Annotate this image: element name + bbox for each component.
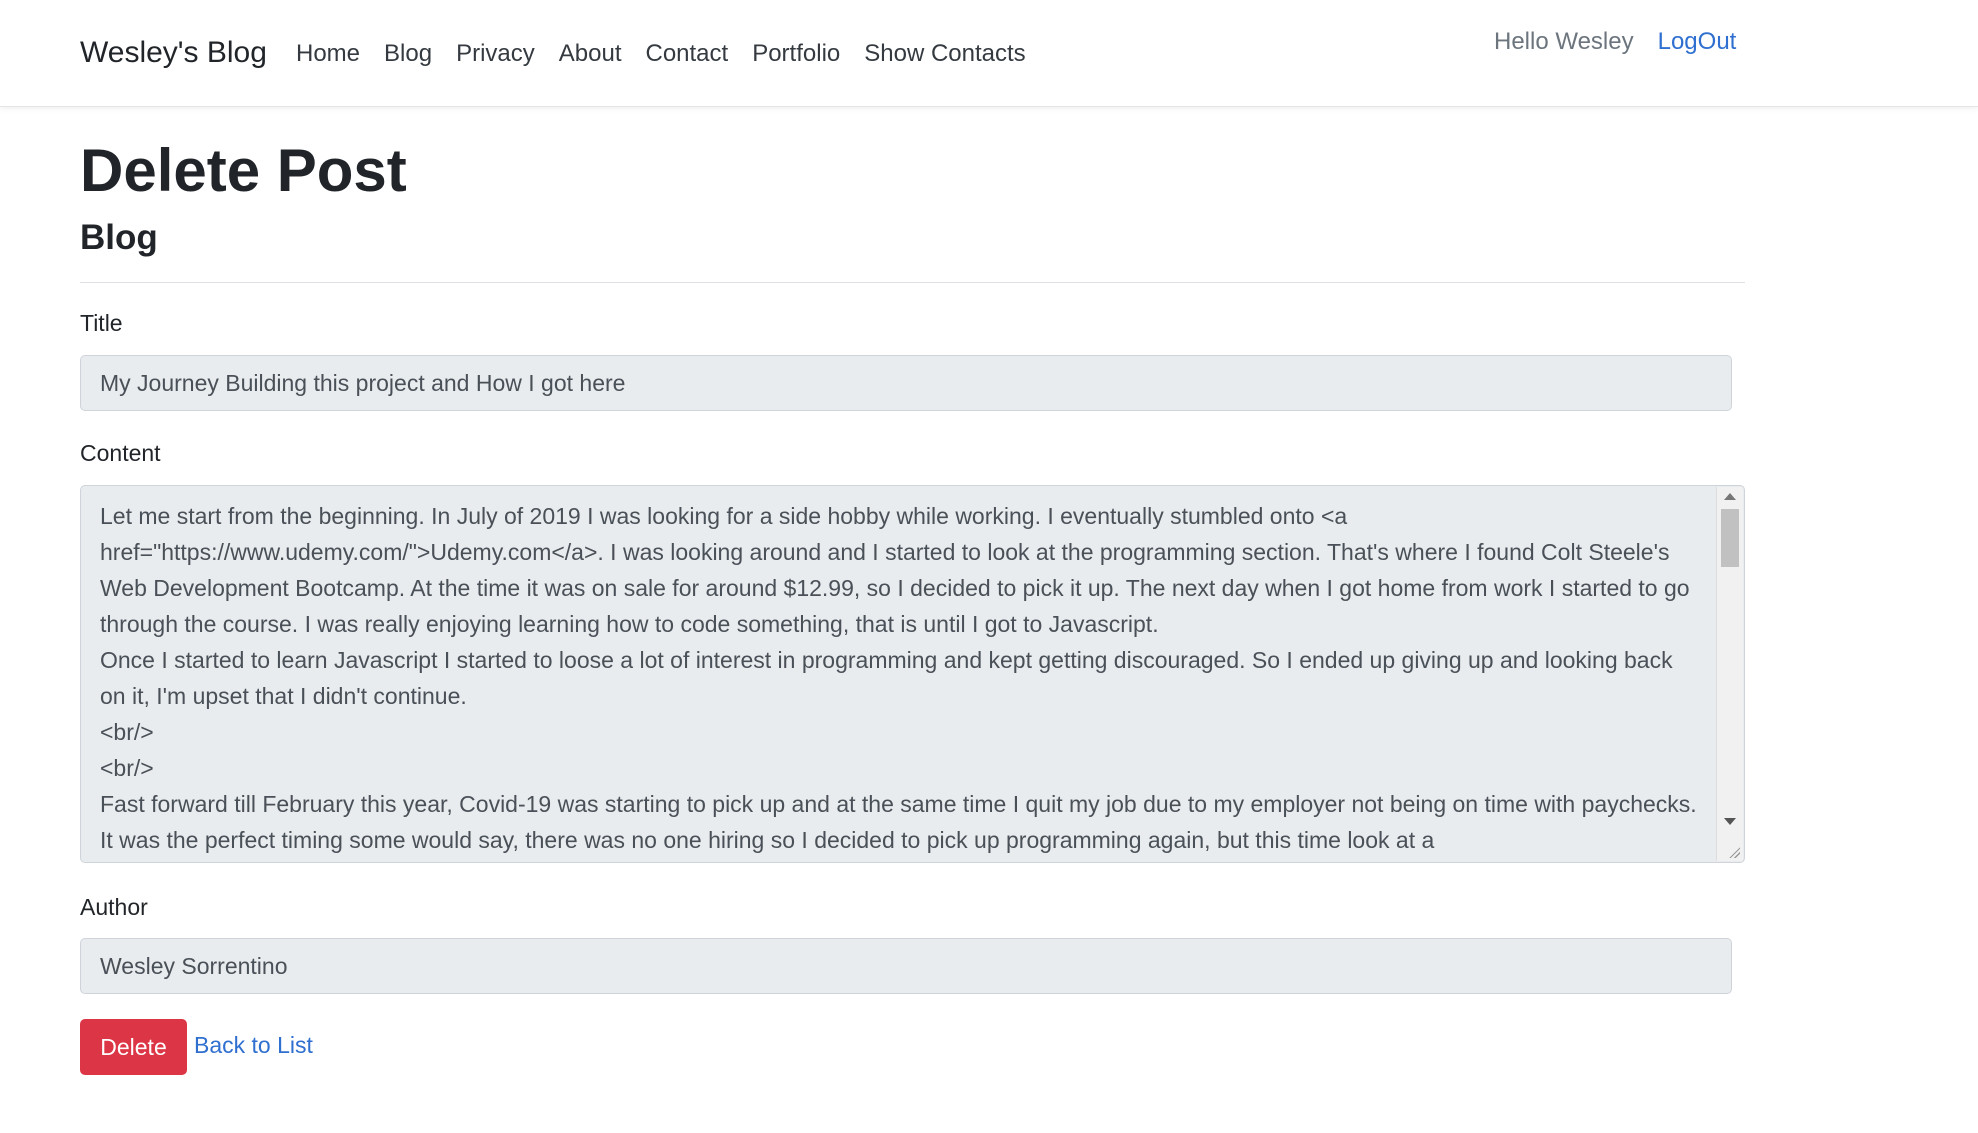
scroll-down-icon[interactable] xyxy=(1724,818,1736,825)
page-title: Delete Post xyxy=(80,137,407,204)
nav-portfolio[interactable]: Portfolio xyxy=(752,40,840,68)
content-text: Let me start from the beginning. In July… xyxy=(100,503,1697,853)
nav-about[interactable]: About xyxy=(559,40,622,68)
nav-show-contacts[interactable]: Show Contacts xyxy=(864,40,1025,68)
scroll-thumb[interactable] xyxy=(1721,509,1739,567)
content-scrollbar[interactable] xyxy=(1716,487,1743,861)
title-label: Title xyxy=(80,310,123,336)
title-field[interactable]: My Journey Building this project and How… xyxy=(80,355,1732,411)
divider xyxy=(80,282,1745,283)
navbar: Wesley's Blog Home Blog Privacy About Co… xyxy=(0,0,1978,107)
logout-link[interactable]: LogOut xyxy=(1658,28,1737,56)
nav-links: Home Blog Privacy About Contact Portfoli… xyxy=(296,40,1050,68)
nav-blog[interactable]: Blog xyxy=(384,40,432,68)
user-area: Hello Wesley LogOut xyxy=(1494,28,1736,56)
brand-link[interactable]: Wesley's Blog xyxy=(80,36,267,70)
nav-home[interactable]: Home xyxy=(296,40,360,68)
resize-handle-icon[interactable] xyxy=(1728,846,1740,858)
back-to-list-link[interactable]: Back to List xyxy=(194,1032,313,1059)
content-textarea[interactable]: Let me start from the beginning. In July… xyxy=(80,485,1745,863)
author-label: Author xyxy=(80,894,148,920)
nav-privacy[interactable]: Privacy xyxy=(456,40,535,68)
page-subtitle: Blog xyxy=(80,218,158,257)
nav-contact[interactable]: Contact xyxy=(645,40,728,68)
content-label: Content xyxy=(80,440,161,466)
author-field[interactable]: Wesley Sorrentino xyxy=(80,938,1732,994)
user-greeting: Hello Wesley xyxy=(1494,28,1634,55)
scroll-up-icon[interactable] xyxy=(1724,493,1736,500)
delete-button[interactable]: Delete xyxy=(80,1019,187,1075)
